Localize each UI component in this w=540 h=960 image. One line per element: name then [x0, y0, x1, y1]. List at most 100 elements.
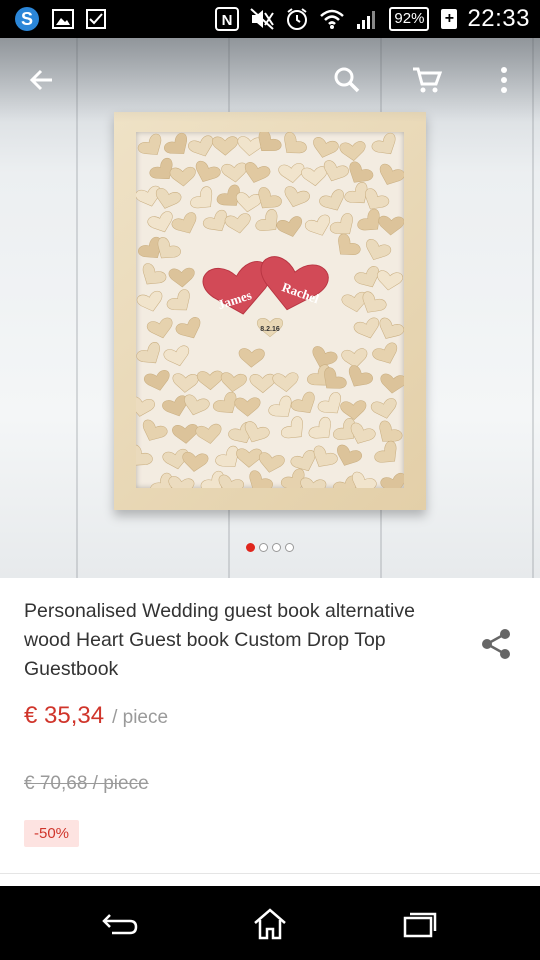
- wood-heart: [372, 438, 404, 471]
- wood-heart: [342, 363, 375, 394]
- divider: [0, 873, 540, 874]
- wood-heart: [238, 347, 266, 369]
- wood-heart: [136, 442, 155, 474]
- wood-heart: [145, 316, 176, 342]
- wood-heart: [164, 287, 198, 319]
- wood-heart: [379, 471, 404, 488]
- back-arrow-icon[interactable]: [20, 58, 64, 102]
- cart-icon[interactable]: [405, 58, 449, 102]
- more-vert-icon[interactable]: [482, 58, 526, 102]
- checkbox-icon: [86, 9, 106, 29]
- wood-heart: [136, 132, 169, 163]
- wood-heart: [196, 370, 224, 391]
- svg-text:S: S: [21, 9, 33, 29]
- wood-heart: [171, 372, 200, 394]
- wood-heart: [352, 316, 384, 343]
- wood-heart: [137, 417, 170, 447]
- date-tag: 8.2.16: [260, 326, 280, 333]
- wood-heart: [300, 165, 329, 188]
- wood-heart: [136, 339, 167, 371]
- red-hearts: James Rachel 8.2.16: [199, 252, 332, 338]
- wood-heart: [136, 289, 166, 315]
- wood-heart: [276, 132, 310, 162]
- battery-percent: 92%: [394, 10, 425, 27]
- home-icon[interactable]: [240, 902, 300, 946]
- wood-heart: [173, 315, 206, 344]
- wood-heart: [180, 451, 210, 474]
- back-icon[interactable]: [90, 902, 150, 946]
- product-info: Personalised Wedding guest book alternat…: [0, 578, 540, 886]
- wood-heart: [309, 135, 340, 162]
- price-row: € 35,34 / piece: [24, 702, 168, 730]
- wood-heart: [241, 160, 272, 187]
- wood-heart: [235, 448, 263, 469]
- wood-heart: [136, 261, 169, 292]
- mute-icon: [249, 7, 275, 31]
- wood-heart: [374, 162, 404, 190]
- image-pager[interactable]: [0, 543, 540, 552]
- wood-heart: [256, 451, 286, 476]
- wood-heart: [369, 132, 403, 161]
- wood-heart: [194, 422, 224, 446]
- search-icon[interactable]: [325, 58, 369, 102]
- wood-heart: [162, 344, 193, 370]
- wood-heart: [234, 191, 263, 214]
- wood-heart: [187, 184, 221, 217]
- wood-heart: [306, 414, 339, 447]
- wood-heart: [271, 371, 300, 394]
- wood-heart: [288, 389, 322, 420]
- wood-heart: [249, 373, 277, 394]
- product-title: Personalised Wedding guest book alternat…: [24, 600, 415, 680]
- pager-dot[interactable]: [285, 543, 294, 552]
- wood-heart: [317, 187, 350, 217]
- wood-heart: [142, 368, 173, 394]
- wood-heart: [275, 214, 306, 241]
- share-icon[interactable]: [476, 624, 516, 664]
- wood-heart: [378, 372, 404, 395]
- wood-heart: [303, 212, 335, 241]
- wood-heart: [211, 136, 239, 156]
- wood-heart: [298, 476, 328, 488]
- clock: 22:33: [467, 5, 530, 32]
- wood-heart: [169, 166, 197, 188]
- nfc-icon: N: [215, 7, 240, 31]
- wood-heart: [219, 371, 248, 394]
- wood-heart: [338, 140, 367, 163]
- discount-badge: -50%: [24, 820, 80, 847]
- wood-heart: [377, 215, 404, 237]
- wood-heart: [373, 315, 404, 345]
- recents-icon[interactable]: [390, 902, 450, 946]
- pager-dot[interactable]: [259, 543, 268, 552]
- wood-heart: [234, 397, 261, 418]
- wood-heart: [136, 395, 156, 420]
- wood-heart: [280, 184, 312, 212]
- signal-icon: [355, 8, 379, 30]
- skype-icon: S: [14, 6, 40, 32]
- wifi-icon: [319, 8, 345, 30]
- pager-dot[interactable]: [272, 543, 281, 552]
- current-price: € 35,34: [24, 702, 105, 729]
- original-price: € 70,68 / piece: [24, 773, 149, 794]
- wood-hearts: James Rachel 8.2.16: [136, 132, 404, 488]
- wood-heart: [369, 396, 400, 422]
- wood-heart: [152, 186, 183, 213]
- image-icon: [52, 9, 74, 29]
- wood-heart: [190, 159, 223, 188]
- alarm-icon: [285, 7, 309, 31]
- wood-heart: [330, 231, 363, 264]
- wood-heart: [220, 162, 249, 184]
- wood-heart: [223, 212, 253, 236]
- wood-heart: [374, 269, 404, 293]
- wood-heart: [166, 475, 196, 488]
- pager-dot[interactable]: [246, 543, 255, 552]
- charging-icon: +: [441, 9, 458, 29]
- hearts-guestbook: James Rachel 8.2.16: [136, 132, 404, 488]
- wood-heart: [370, 340, 403, 369]
- battery-icon: 92%: [389, 7, 430, 31]
- status-bar: S N 92% + 22:33: [0, 0, 540, 38]
- product-photo-frame: James Rachel 8.2.16: [114, 112, 426, 510]
- product-image-gallery[interactable]: James Rachel 8.2.16: [0, 38, 540, 578]
- system-nav-bar: [0, 886, 540, 960]
- wood-heart: [186, 133, 218, 161]
- app-toolbar: [0, 38, 540, 122]
